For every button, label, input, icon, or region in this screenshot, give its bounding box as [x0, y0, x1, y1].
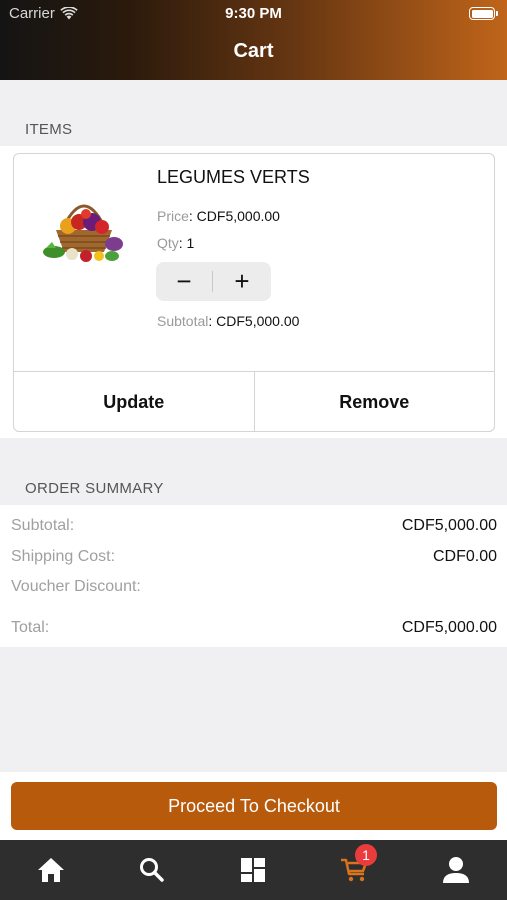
home-icon	[38, 858, 64, 882]
summary-shipping-value: CDF0.00	[432, 548, 497, 565]
order-summary-label: ORDER SUMMARY	[25, 480, 164, 497]
product-name: LEGUMES VERTS	[157, 167, 310, 187]
update-button[interactable]: Update	[14, 372, 254, 431]
price-value: : CDF5,000.00	[188, 208, 280, 224]
qty-label: Qty	[157, 235, 179, 251]
subtotal-value: : CDF5,000.00	[208, 313, 300, 329]
subtotal-line: Subtotal: CDF5,000.00	[157, 313, 299, 329]
vegetable-basket-image	[43, 204, 123, 262]
categories-icon	[241, 858, 265, 882]
tab-home[interactable]	[21, 840, 81, 900]
price-line: Price: CDF5,000.00	[157, 208, 280, 224]
summary-subtotal-label: Subtotal:	[11, 517, 75, 534]
tab-bar: 1	[0, 840, 507, 900]
proceed-to-checkout-button[interactable]: Proceed To Checkout	[11, 782, 497, 830]
quantity-stepper: − +	[156, 262, 271, 301]
tab-cart[interactable]: 1	[324, 840, 384, 900]
navigation-header: Carrier 9:30 PM Cart	[0, 0, 507, 80]
status-time: 9:30 PM	[225, 5, 282, 22]
qty-line: Qty: 1	[157, 235, 194, 251]
qty-value: : 1	[178, 235, 195, 251]
summary-voucher-label: Voucher Discount:	[11, 578, 141, 595]
tab-categories[interactable]	[223, 840, 283, 900]
status-bar: Carrier 9:30 PM	[0, 5, 507, 25]
cart-item-card: LEGUMES VERTS Price: CDF5,000.00 Qty: 1 …	[13, 153, 495, 432]
summary-total-value: CDF5,000.00	[401, 619, 497, 636]
subtotal-label: Subtotal	[157, 313, 209, 329]
tab-search[interactable]	[122, 840, 182, 900]
remove-button[interactable]: Remove	[253, 372, 495, 431]
price-label: Price	[157, 208, 189, 224]
cart-count-badge: 1	[355, 844, 377, 866]
search-icon	[140, 858, 164, 882]
tab-profile[interactable]	[426, 840, 486, 900]
page-title: Cart	[233, 40, 274, 62]
item-actions: Update Remove	[14, 371, 495, 431]
summary-shipping-label: Shipping Cost:	[11, 548, 116, 565]
battery-icon	[469, 7, 498, 20]
stepper-divider	[212, 271, 213, 292]
summary-total-label: Total:	[11, 619, 50, 636]
profile-icon	[443, 857, 469, 883]
summary-subtotal-value: CDF5,000.00	[401, 517, 497, 534]
items-section-label: ITEMS	[25, 121, 73, 138]
increment-button[interactable]: +	[214, 262, 270, 301]
decrement-button[interactable]: −	[156, 262, 212, 301]
